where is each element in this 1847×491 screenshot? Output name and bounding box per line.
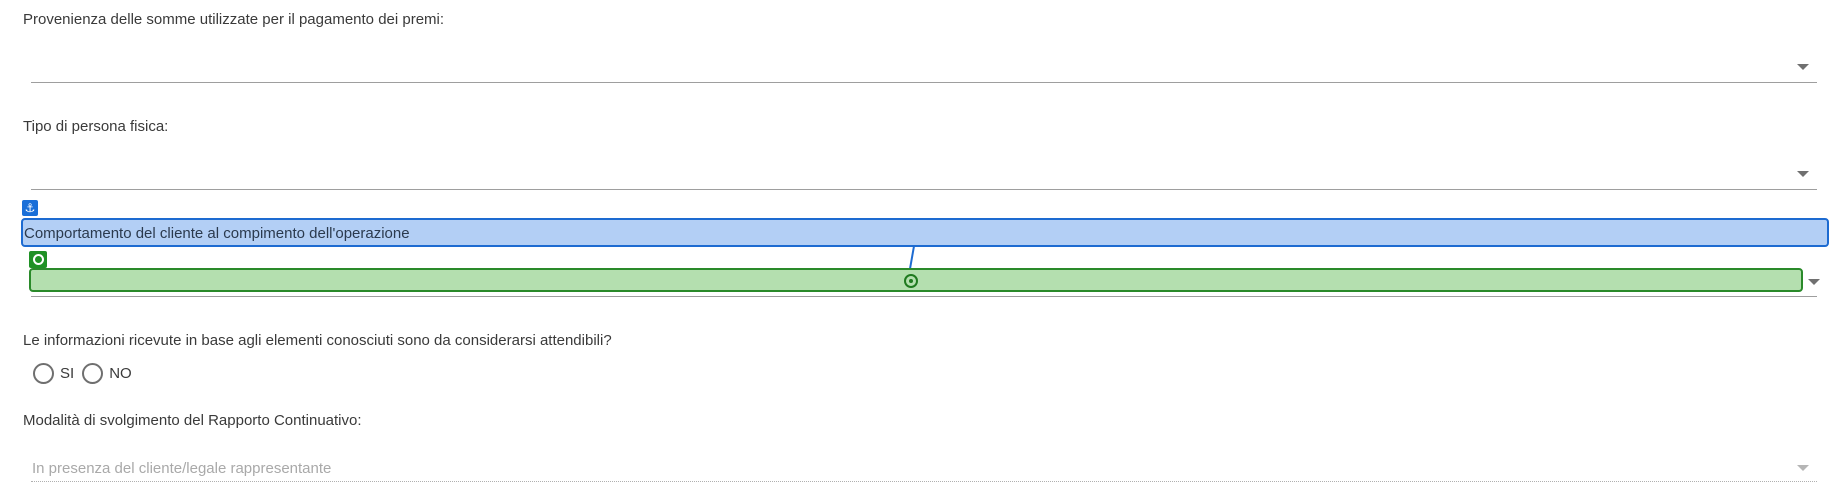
tipo-persona-select[interactable]: [31, 158, 1821, 188]
radio-si[interactable]: [33, 362, 54, 384]
radio-no-label: NO: [109, 364, 132, 382]
chevron-down-icon[interactable]: [1797, 64, 1809, 70]
provenienza-underline: [31, 82, 1817, 83]
provenienza-label: Provenienza delle somme utilizzate per i…: [23, 11, 445, 28]
modalita-label: Modalità di svolgimento del Rapporto Con…: [23, 412, 362, 429]
provenienza-select[interactable]: [31, 52, 1821, 82]
radio-no[interactable]: [82, 362, 104, 384]
attendibili-radio-group: SI NO: [33, 361, 140, 385]
anchor-highlight: Comportamento del cliente al compimento …: [21, 218, 1829, 247]
target-icon: [29, 251, 47, 268]
chevron-down-icon[interactable]: [1797, 171, 1809, 177]
anchor-icon: ⚓: [22, 200, 38, 216]
chevron-down-icon[interactable]: [1808, 279, 1820, 285]
modalita-underline: [31, 481, 1817, 482]
tipo-persona-label: Tipo di persona fisica:: [23, 118, 169, 135]
comportamento-underline: [31, 296, 1817, 297]
attendibili-label: Le informazioni ricevute in base agli el…: [23, 332, 612, 349]
tipo-persona-underline: [31, 189, 1817, 190]
crosshair-icon: [904, 274, 918, 288]
modalita-value[interactable]: In presenza del cliente/legale rappresen…: [32, 460, 331, 477]
chevron-down-icon[interactable]: [1797, 465, 1809, 471]
connector-line: [908, 246, 915, 270]
comportamento-label: Comportamento del cliente al compimento …: [24, 225, 410, 242]
radio-si-label: SI: [60, 364, 75, 382]
